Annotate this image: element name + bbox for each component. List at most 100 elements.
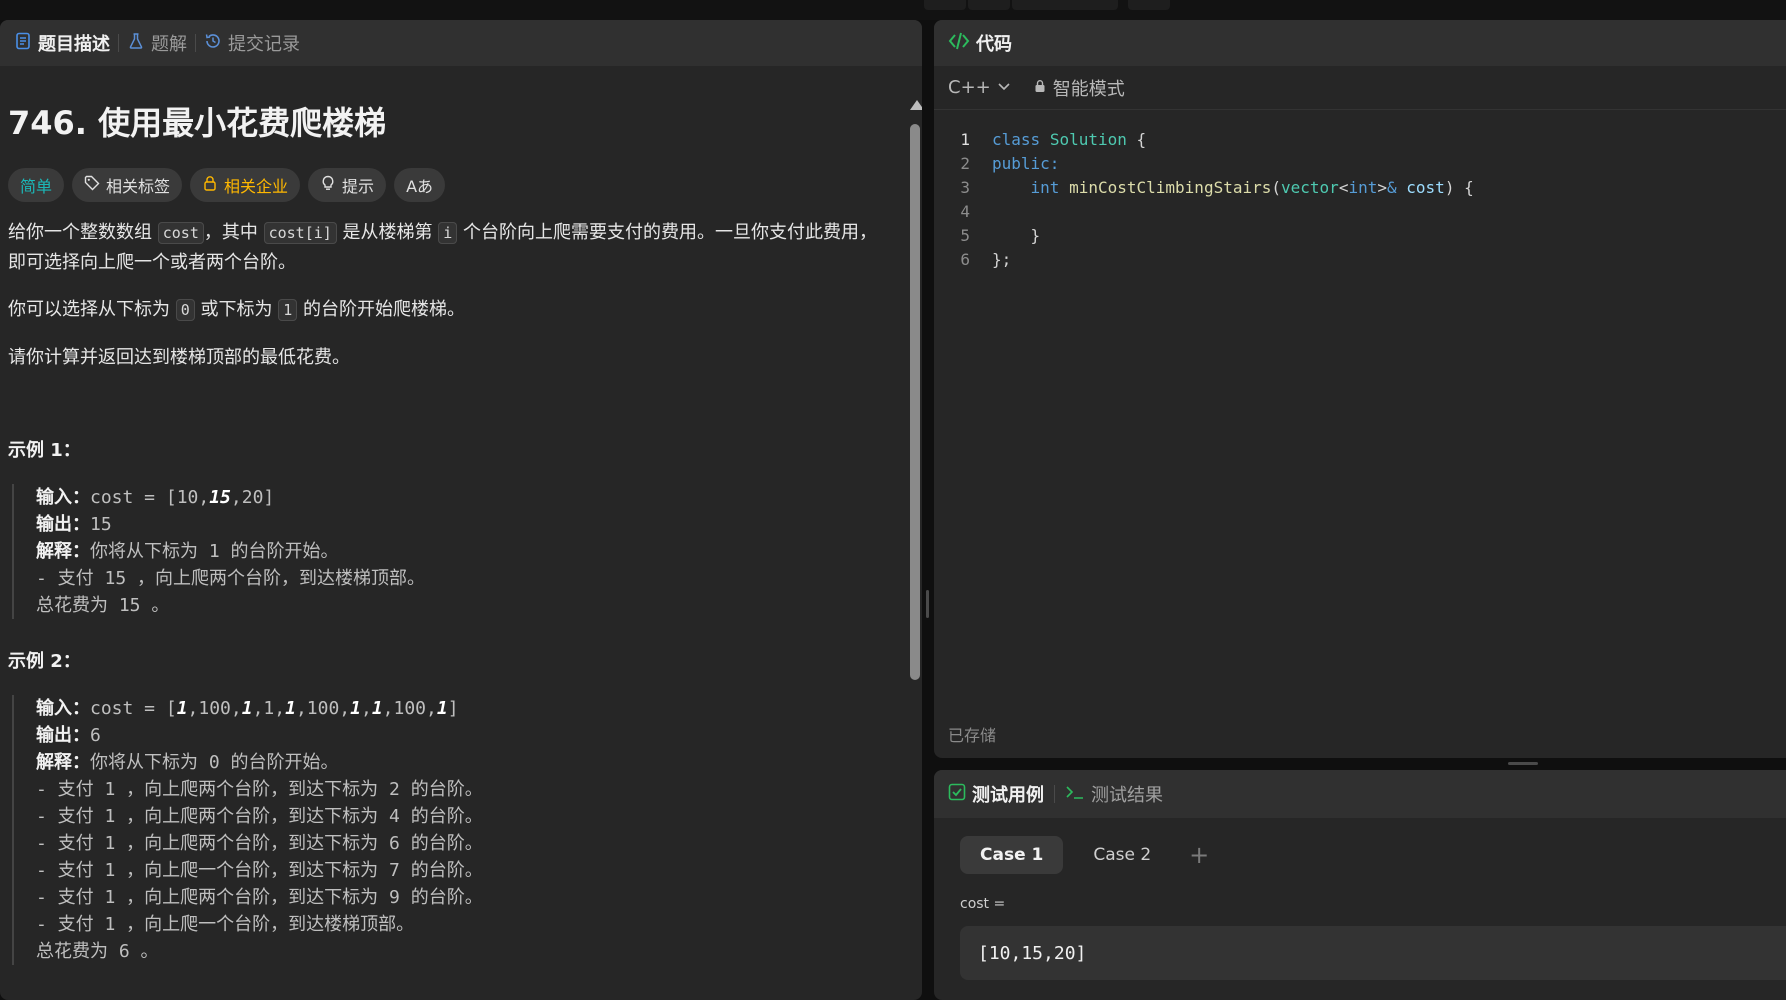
code-line: 5 } (934, 224, 1786, 248)
desc-text: 你可以选择从下标为 (8, 299, 176, 320)
code-text: class Solution { (980, 128, 1146, 152)
related-tags-label: 相关标签 (106, 177, 171, 196)
desc-text: 或下标为 (194, 299, 279, 320)
inline-code: 1 (278, 299, 298, 321)
related-companies-button[interactable]: 相关企业 (190, 168, 301, 202)
code-icon (948, 30, 970, 57)
add-case-button[interactable]: + (1189, 841, 1209, 869)
example-text: , (360, 698, 372, 719)
toolbar-button[interactable] (968, 0, 1010, 10)
line-number: 5 (960, 226, 970, 245)
code-type: Solution (1049, 130, 1127, 149)
input-label: 输入： (36, 487, 90, 508)
code-line: 4 (934, 200, 1786, 224)
chevron-down-icon (997, 77, 1011, 98)
example-text: ,1, (252, 698, 286, 719)
related-tags-button[interactable]: 相关标签 (72, 168, 183, 202)
example-text: 你将从下标为 0 的台阶开始。 (90, 752, 339, 773)
line-number: 1 (960, 130, 970, 149)
tab-description-label: 题目描述 (38, 34, 110, 55)
case-1-tab[interactable]: Case 1 (960, 836, 1064, 874)
desc-text: ，其中 (203, 222, 264, 243)
line-number: 6 (960, 250, 970, 269)
code-text: int minCostClimbingStairs(vector<int>& c… (980, 176, 1474, 200)
problem-description-1: 给你一个整数数组 cost ，其中 cost[i] 是从楼梯第 i 个台阶向上爬需… (8, 218, 888, 277)
horizontal-splitter-handle[interactable] (1508, 762, 1538, 765)
lock-icon (1033, 77, 1047, 98)
case-2-tab[interactable]: Case 2 (1073, 836, 1171, 874)
tab-testresults-label: 测试结果 (1091, 785, 1163, 806)
example-emphasis: 1 (241, 698, 253, 719)
desc-text: 给你一个整数数组 (8, 222, 158, 243)
toolbar-button[interactable] (1128, 0, 1170, 10)
example-emphasis: 1 (371, 698, 383, 719)
example-text: 15 (90, 514, 112, 535)
desc-text: 是从楼梯第 (336, 222, 439, 243)
vertical-splitter-handle[interactable] (926, 590, 929, 618)
tab-submissions-label: 提交记录 (228, 34, 300, 55)
testcase-value-input[interactable]: [10,15,20] (960, 926, 1786, 980)
hint-label: 提示 (342, 177, 375, 196)
problem-title[interactable]: 746. 使用最小花费爬楼梯 (8, 98, 888, 144)
example-line: 总花费为 6 。 (36, 941, 159, 962)
tag-icon (84, 175, 100, 195)
example-line: - 支付 1 ，向上爬一个台阶，到达下标为 7 的台阶。 (36, 860, 483, 881)
example-text: 6 (90, 725, 101, 746)
smart-mode-label: 智能模式 (1052, 78, 1125, 100)
line-number: 2 (960, 154, 970, 173)
toolbar-button[interactable] (1012, 0, 1118, 10)
toolbar-button[interactable] (924, 0, 966, 10)
tab-solutions[interactable]: 题解 (119, 20, 195, 66)
example-1-label: 示例 1： (8, 440, 81, 461)
code-text: } (992, 226, 1041, 245)
testcase-variable-label: cost = (960, 896, 1006, 912)
translate-label: Aあ (406, 177, 434, 196)
code-param: cost (1406, 178, 1445, 197)
example-2-label: 示例 2： (8, 651, 81, 672)
scrollbar-thumb[interactable] (910, 124, 920, 680)
problem-content: 746. 使用最小花费爬楼梯 简单 相关标签 相关企业 提示 Aあ 给你一个整数… (8, 84, 888, 965)
translate-button[interactable]: Aあ (394, 168, 446, 202)
example-output-line: 输出：6 (36, 722, 888, 749)
editor-toolbar: C++ 智能模式 (934, 66, 1786, 110)
code-line: 1 class Solution { (934, 128, 1786, 152)
problem-panel: 题目描述 题解 提交记录 746. 使用最小花费爬楼梯 简单 相关标签 相关企业… (0, 20, 922, 1000)
example-text: 你将从下标为 1 的台阶开始。 (90, 541, 339, 562)
tab-description[interactable]: 题目描述 (6, 20, 118, 66)
checkbox-icon (948, 783, 966, 806)
difficulty-badge: 简单 (8, 168, 65, 202)
problem-scrollbar[interactable] (908, 80, 922, 1000)
tab-testcases[interactable]: 测试用例 (948, 781, 1044, 807)
language-select[interactable]: C++ (948, 77, 1011, 98)
hint-button[interactable]: 提示 (308, 168, 387, 202)
code-keyword: public: (992, 154, 1060, 173)
saved-status: 已存储 (948, 726, 997, 745)
code-editor[interactable]: 1 class Solution { 2 public: 3 int minCost… (934, 128, 1786, 272)
test-panel-tabbar: 测试用例 测试结果 (934, 770, 1786, 818)
code-punct: > (1377, 178, 1387, 197)
code-operator: & (1387, 178, 1397, 197)
example-input-line: 输入：cost = [10,15,20] (36, 484, 888, 511)
example-explain-line: 解释：你将从下标为 0 的台阶开始。 (36, 749, 888, 776)
example-line: - 支付 15 ，向上爬两个台阶，到达楼梯顶部。 (36, 568, 426, 589)
top-bar (0, 0, 1786, 20)
code-keyword: int (1030, 178, 1060, 197)
code-panel-title: 代码 (976, 34, 1012, 55)
code-punct: < (1338, 178, 1349, 197)
history-icon (204, 32, 222, 55)
scroll-up-arrow-icon[interactable] (910, 100, 922, 110)
example-line: - 支付 1 ，向上爬两个台阶，到达下标为 9 的台阶。 (36, 887, 483, 908)
tab-solutions-label: 题解 (151, 34, 187, 55)
code-keyword: int (1348, 178, 1378, 197)
example-text: ,100, (295, 698, 351, 719)
description-icon (14, 32, 32, 55)
smart-mode-toggle[interactable]: 智能模式 (1033, 75, 1125, 101)
problem-description-3: 请你计算并返回达到楼梯顶部的最低花费。 (8, 347, 350, 368)
code-text: }; (992, 250, 1012, 269)
tab-submissions[interactable]: 提交记录 (196, 20, 308, 66)
example-line: - 支付 1 ，向上爬一个台阶，到达楼梯顶部。 (36, 914, 415, 935)
tab-testresults[interactable]: 测试结果 (1065, 781, 1163, 807)
code-line: 3 int minCostClimbingStairs(vector<int>&… (934, 176, 1786, 200)
